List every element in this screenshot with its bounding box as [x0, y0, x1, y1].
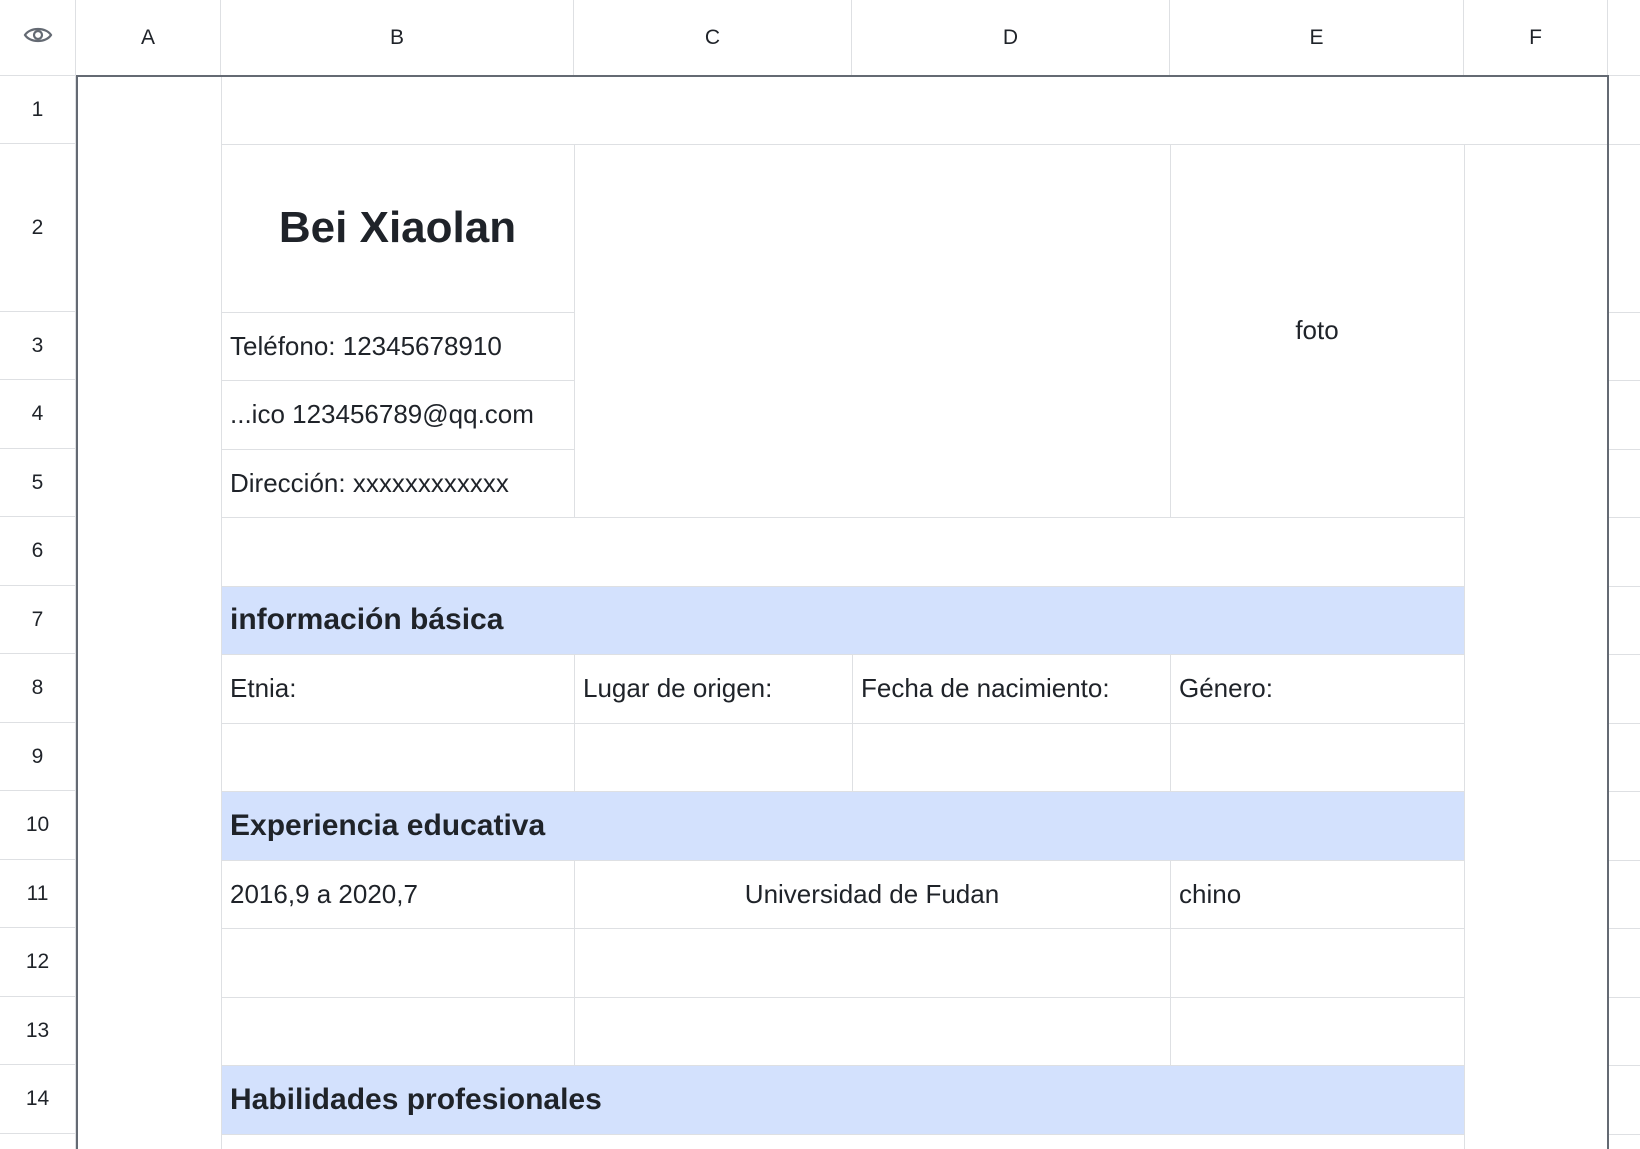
section-title-education[interactable]: Experiencia educativa: [221, 791, 1464, 860]
gridline: [1608, 380, 1640, 381]
cell-education-school[interactable]: Universidad de Fudan: [574, 860, 1170, 928]
row-header-13[interactable]: 13: [0, 997, 76, 1065]
cell-education-period[interactable]: 2016,9 a 2020,7: [221, 860, 574, 928]
gridline: [1608, 312, 1640, 313]
row-header-11[interactable]: 11: [0, 860, 76, 928]
gridline: [1608, 586, 1640, 587]
row-header-5[interactable]: 5: [0, 449, 76, 517]
row-header-15[interactable]: [0, 1134, 76, 1149]
row-header-14[interactable]: 14: [0, 1065, 76, 1134]
column-header-f[interactable]: F: [1464, 0, 1608, 76]
section-title-skills[interactable]: Habilidades profesionales: [221, 1065, 1464, 1134]
eye-icon[interactable]: [23, 24, 53, 52]
row-header-7[interactable]: 7: [0, 586, 76, 654]
gridline: [1608, 449, 1640, 450]
row-header-6[interactable]: 6: [0, 517, 76, 586]
row-header-2[interactable]: 2: [0, 144, 76, 312]
gridline: [1608, 791, 1640, 792]
row-header-1[interactable]: 1: [0, 76, 76, 144]
gridline: [1608, 997, 1640, 998]
gridline: [1608, 144, 1640, 145]
gridline: [1608, 654, 1640, 655]
cell-photo-placeholder[interactable]: foto: [1170, 144, 1464, 517]
row-header-10[interactable]: 10: [0, 791, 76, 860]
cell-birthdate-label[interactable]: Fecha de nacimiento:: [852, 654, 1170, 723]
gridline: [1608, 860, 1640, 861]
gridline: [1608, 723, 1640, 724]
cell-gender-label[interactable]: Género:: [1170, 654, 1464, 723]
cell-name[interactable]: Bei Xiaolan: [221, 144, 574, 312]
column-header-b[interactable]: B: [221, 0, 574, 76]
cell-origin-label[interactable]: Lugar de origen:: [574, 654, 852, 723]
gridline: [1608, 517, 1640, 518]
column-header-d[interactable]: D: [852, 0, 1170, 76]
row-header-12[interactable]: 12: [0, 928, 76, 997]
section-title-basic-info[interactable]: información básica: [221, 586, 1464, 654]
cell-email[interactable]: ...ico 123456789@qq.com: [221, 380, 574, 449]
column-header-g[interactable]: [1608, 0, 1640, 76]
select-all-corner[interactable]: [0, 0, 76, 76]
row-header-9[interactable]: 9: [0, 723, 76, 791]
cell-address[interactable]: Dirección: xxxxxxxxxxxx: [221, 449, 574, 517]
column-header-a[interactable]: A: [76, 0, 221, 76]
row-header-8[interactable]: 8: [0, 654, 76, 723]
row-header-3[interactable]: 3: [0, 312, 76, 380]
gridline: [1608, 928, 1640, 929]
gridline: [1608, 1134, 1640, 1135]
cell-phone[interactable]: Teléfono: 12345678910: [221, 312, 574, 380]
row-header-4[interactable]: 4: [0, 380, 76, 449]
column-header-e[interactable]: E: [1170, 0, 1464, 76]
cell-ethnicity-label[interactable]: Etnia:: [221, 654, 574, 723]
gridline: [1608, 1065, 1640, 1066]
column-header-c[interactable]: C: [574, 0, 852, 76]
cell-education-major[interactable]: chino: [1170, 860, 1464, 928]
